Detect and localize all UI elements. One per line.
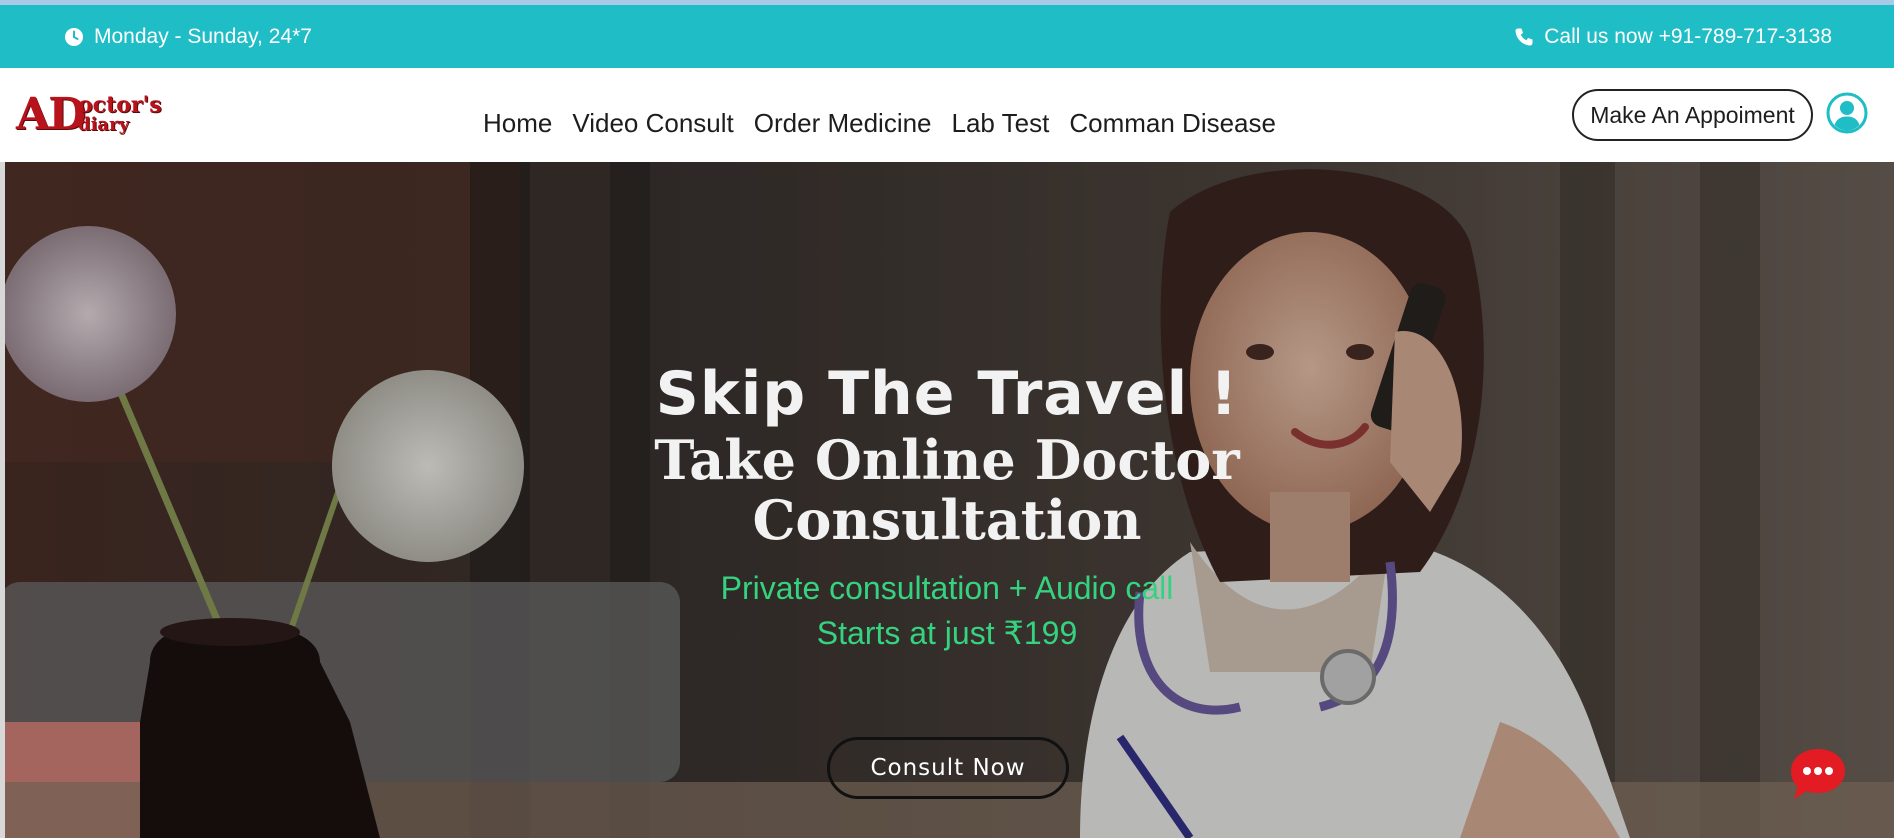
- call-us[interactable]: Call us now +91-789-717-3138: [1514, 5, 1832, 68]
- hero-banner: Skip The Travel ! Take Online Doctor Con…: [0, 162, 1894, 838]
- logo-initials: AD: [16, 89, 86, 140]
- hero-tagline-1: Private consultation + Audio call: [720, 570, 1174, 606]
- nav-home[interactable]: Home: [483, 108, 552, 139]
- business-hours-text: Monday - Sunday, 24*7: [94, 24, 312, 48]
- hero-headline: Skip The Travel !: [655, 359, 1239, 429]
- nav-comman-disease[interactable]: Comman Disease: [1069, 108, 1276, 139]
- hero-subheadline: Take Online Doctor Consultation: [654, 428, 1240, 552]
- nav-video-consult[interactable]: Video Consult: [572, 108, 733, 139]
- phone-number[interactable]: Call us now +91-789-717-3138: [1544, 25, 1832, 49]
- site-logo[interactable]: AD octor's diary: [16, 91, 166, 139]
- make-appointment-button[interactable]: Make An Appoiment: [1572, 89, 1813, 141]
- clock-icon: [64, 27, 84, 47]
- navbar: AD octor's diary Home Video Consult Orde…: [0, 68, 1894, 162]
- business-hours: Monday - Sunday, 24*7: [64, 5, 312, 68]
- logo-word-bottom: diary: [78, 114, 130, 135]
- main-nav: Home Video Consult Order Medicine Lab Te…: [483, 108, 1276, 139]
- chat-bubble-icon[interactable]: [1788, 746, 1848, 802]
- nav-order-medicine[interactable]: Order Medicine: [754, 108, 932, 139]
- info-bar: Monday - Sunday, 24*7 Call us now +91-78…: [0, 5, 1894, 68]
- hero-left-edge: [0, 162, 5, 838]
- user-circle-icon[interactable]: [1826, 92, 1868, 134]
- nav-lab-test[interactable]: Lab Test: [952, 108, 1050, 139]
- phone-icon: [1514, 27, 1534, 47]
- hero-tagline-2: Starts at just ₹199: [816, 615, 1078, 651]
- consult-now-button[interactable]: Consult Now: [827, 737, 1069, 799]
